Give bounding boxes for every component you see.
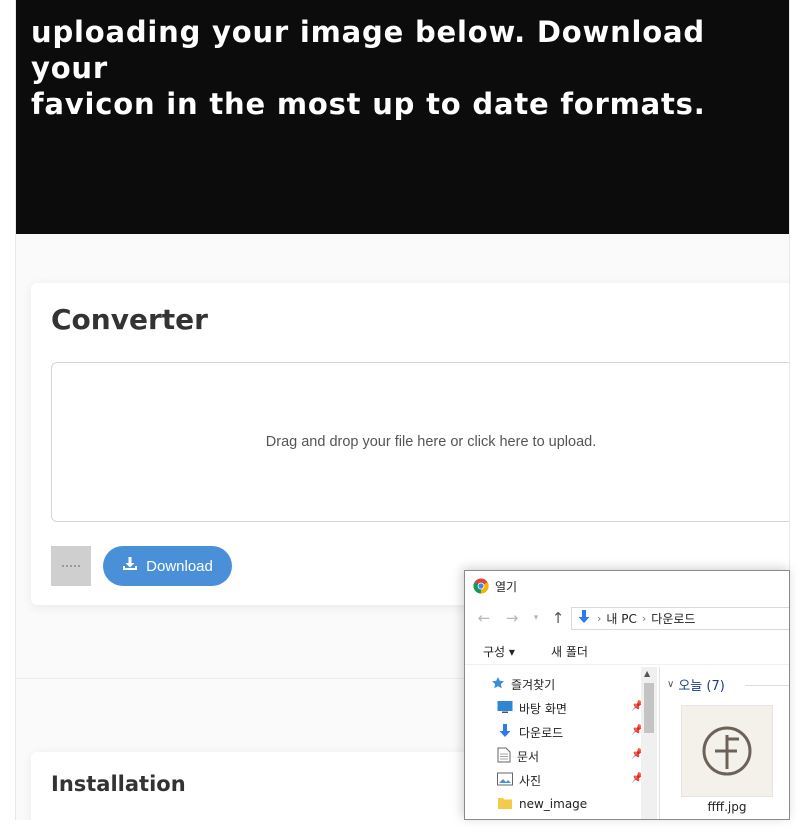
- download-folder-icon: [497, 723, 513, 742]
- dialog-titlebar: 열기: [465, 571, 789, 601]
- folder-icon: [497, 796, 513, 813]
- download-button[interactable]: Download: [103, 546, 232, 586]
- nav-item-label: 사진: [519, 773, 542, 788]
- new-folder-button[interactable]: 새 폴더: [551, 643, 588, 660]
- document-icon: [497, 747, 511, 766]
- desktop-icon: [497, 700, 513, 717]
- forward-arrow-icon[interactable]: →: [503, 608, 521, 628]
- nav-item-label: 다운로드: [519, 725, 564, 740]
- file-open-dialog: 열기 ← → ▾ ↑ › 내 PC › 다운로드 구성 ▾ 새 폴더 즐겨찾기: [464, 570, 790, 820]
- breadcrumb-this-pc[interactable]: 내 PC: [606, 610, 636, 627]
- dropzone-text: Drag and drop your file here or click he…: [265, 434, 597, 450]
- star-icon: [491, 676, 505, 693]
- scroll-up-icon[interactable]: ▲: [644, 669, 650, 678]
- hero-line-1: uploading your image below. Download you…: [31, 15, 705, 85]
- group-header-rule: [745, 685, 789, 686]
- recent-locations-chevron-icon[interactable]: ▾: [527, 608, 545, 628]
- breadcrumb-separator-icon: ›: [597, 612, 602, 625]
- converter-title: Converter: [51, 303, 208, 336]
- thumbnail-placeholder-icon: [62, 565, 80, 567]
- chrome-icon: [473, 578, 489, 594]
- breadcrumb-downloads[interactable]: 다운로드: [651, 610, 695, 627]
- downloads-location-icon: [576, 609, 592, 628]
- preview-thumbnail: [51, 546, 91, 586]
- group-header-today[interactable]: ∨ 오늘 (7): [667, 675, 725, 694]
- download-label: Download: [146, 557, 213, 575]
- scrollbar-thumb[interactable]: [644, 683, 654, 733]
- nav-item-label: 문서: [517, 749, 540, 764]
- nav-item-favorites[interactable]: 즐겨찾기: [491, 673, 555, 695]
- nav-item-new-image[interactable]: new_image: [497, 793, 587, 815]
- up-arrow-icon[interactable]: ↑: [549, 608, 567, 628]
- navigation-pane: 즐겨찾기 바탕 화면 📌 다운로드 📌 문서 📌 사진 📌 new_image: [465, 667, 659, 819]
- picture-icon: [497, 772, 513, 789]
- back-arrow-icon[interactable]: ←: [475, 608, 493, 628]
- organize-button[interactable]: 구성 ▾: [483, 643, 515, 660]
- download-icon: [122, 556, 138, 576]
- breadcrumb-separator-icon: ›: [641, 612, 647, 625]
- nav-item-pictures[interactable]: 사진 📌: [497, 769, 647, 791]
- nav-item-label: 바탕 화면: [519, 701, 567, 716]
- file-name[interactable]: ffff.jpg: [681, 800, 773, 814]
- address-bar[interactable]: › 내 PC › 다운로드: [571, 607, 789, 630]
- pane-divider[interactable]: [659, 667, 660, 819]
- chevron-down-icon: ∨: [667, 679, 675, 690]
- address-row: ← → ▾ ↑ › 내 PC › 다운로드: [465, 604, 789, 634]
- nav-item-desktop[interactable]: 바탕 화면 📌: [497, 697, 647, 719]
- group-header-label: 오늘 (7): [678, 679, 725, 694]
- hero-text: uploading your image below. Download you…: [31, 14, 781, 122]
- converter-card: Converter Drag and drop your file here o…: [31, 283, 789, 605]
- dialog-title: 열기: [495, 580, 518, 594]
- dialog-toolbar: 구성 ▾ 새 폴더: [465, 637, 789, 665]
- hero-line-2: favicon in the most up to date formats.: [31, 87, 706, 121]
- file-thumbnail[interactable]: [681, 705, 773, 797]
- file-list-pane: ∨ 오늘 (7) ffff.jpg: [661, 667, 789, 819]
- circle-f-logo-icon: [702, 726, 752, 776]
- nav-item-documents[interactable]: 문서 📌: [497, 745, 647, 767]
- upload-dropzone[interactable]: Drag and drop your file here or click he…: [51, 362, 789, 522]
- installation-title: Installation: [51, 772, 186, 796]
- hero-banner: uploading your image below. Download you…: [16, 0, 789, 234]
- nav-item-label: 즐겨찾기: [511, 677, 556, 692]
- nav-item-label: new_image: [519, 797, 588, 811]
- navigation-scrollbar[interactable]: ▲: [641, 667, 657, 819]
- nav-item-downloads[interactable]: 다운로드 📌: [497, 721, 647, 743]
